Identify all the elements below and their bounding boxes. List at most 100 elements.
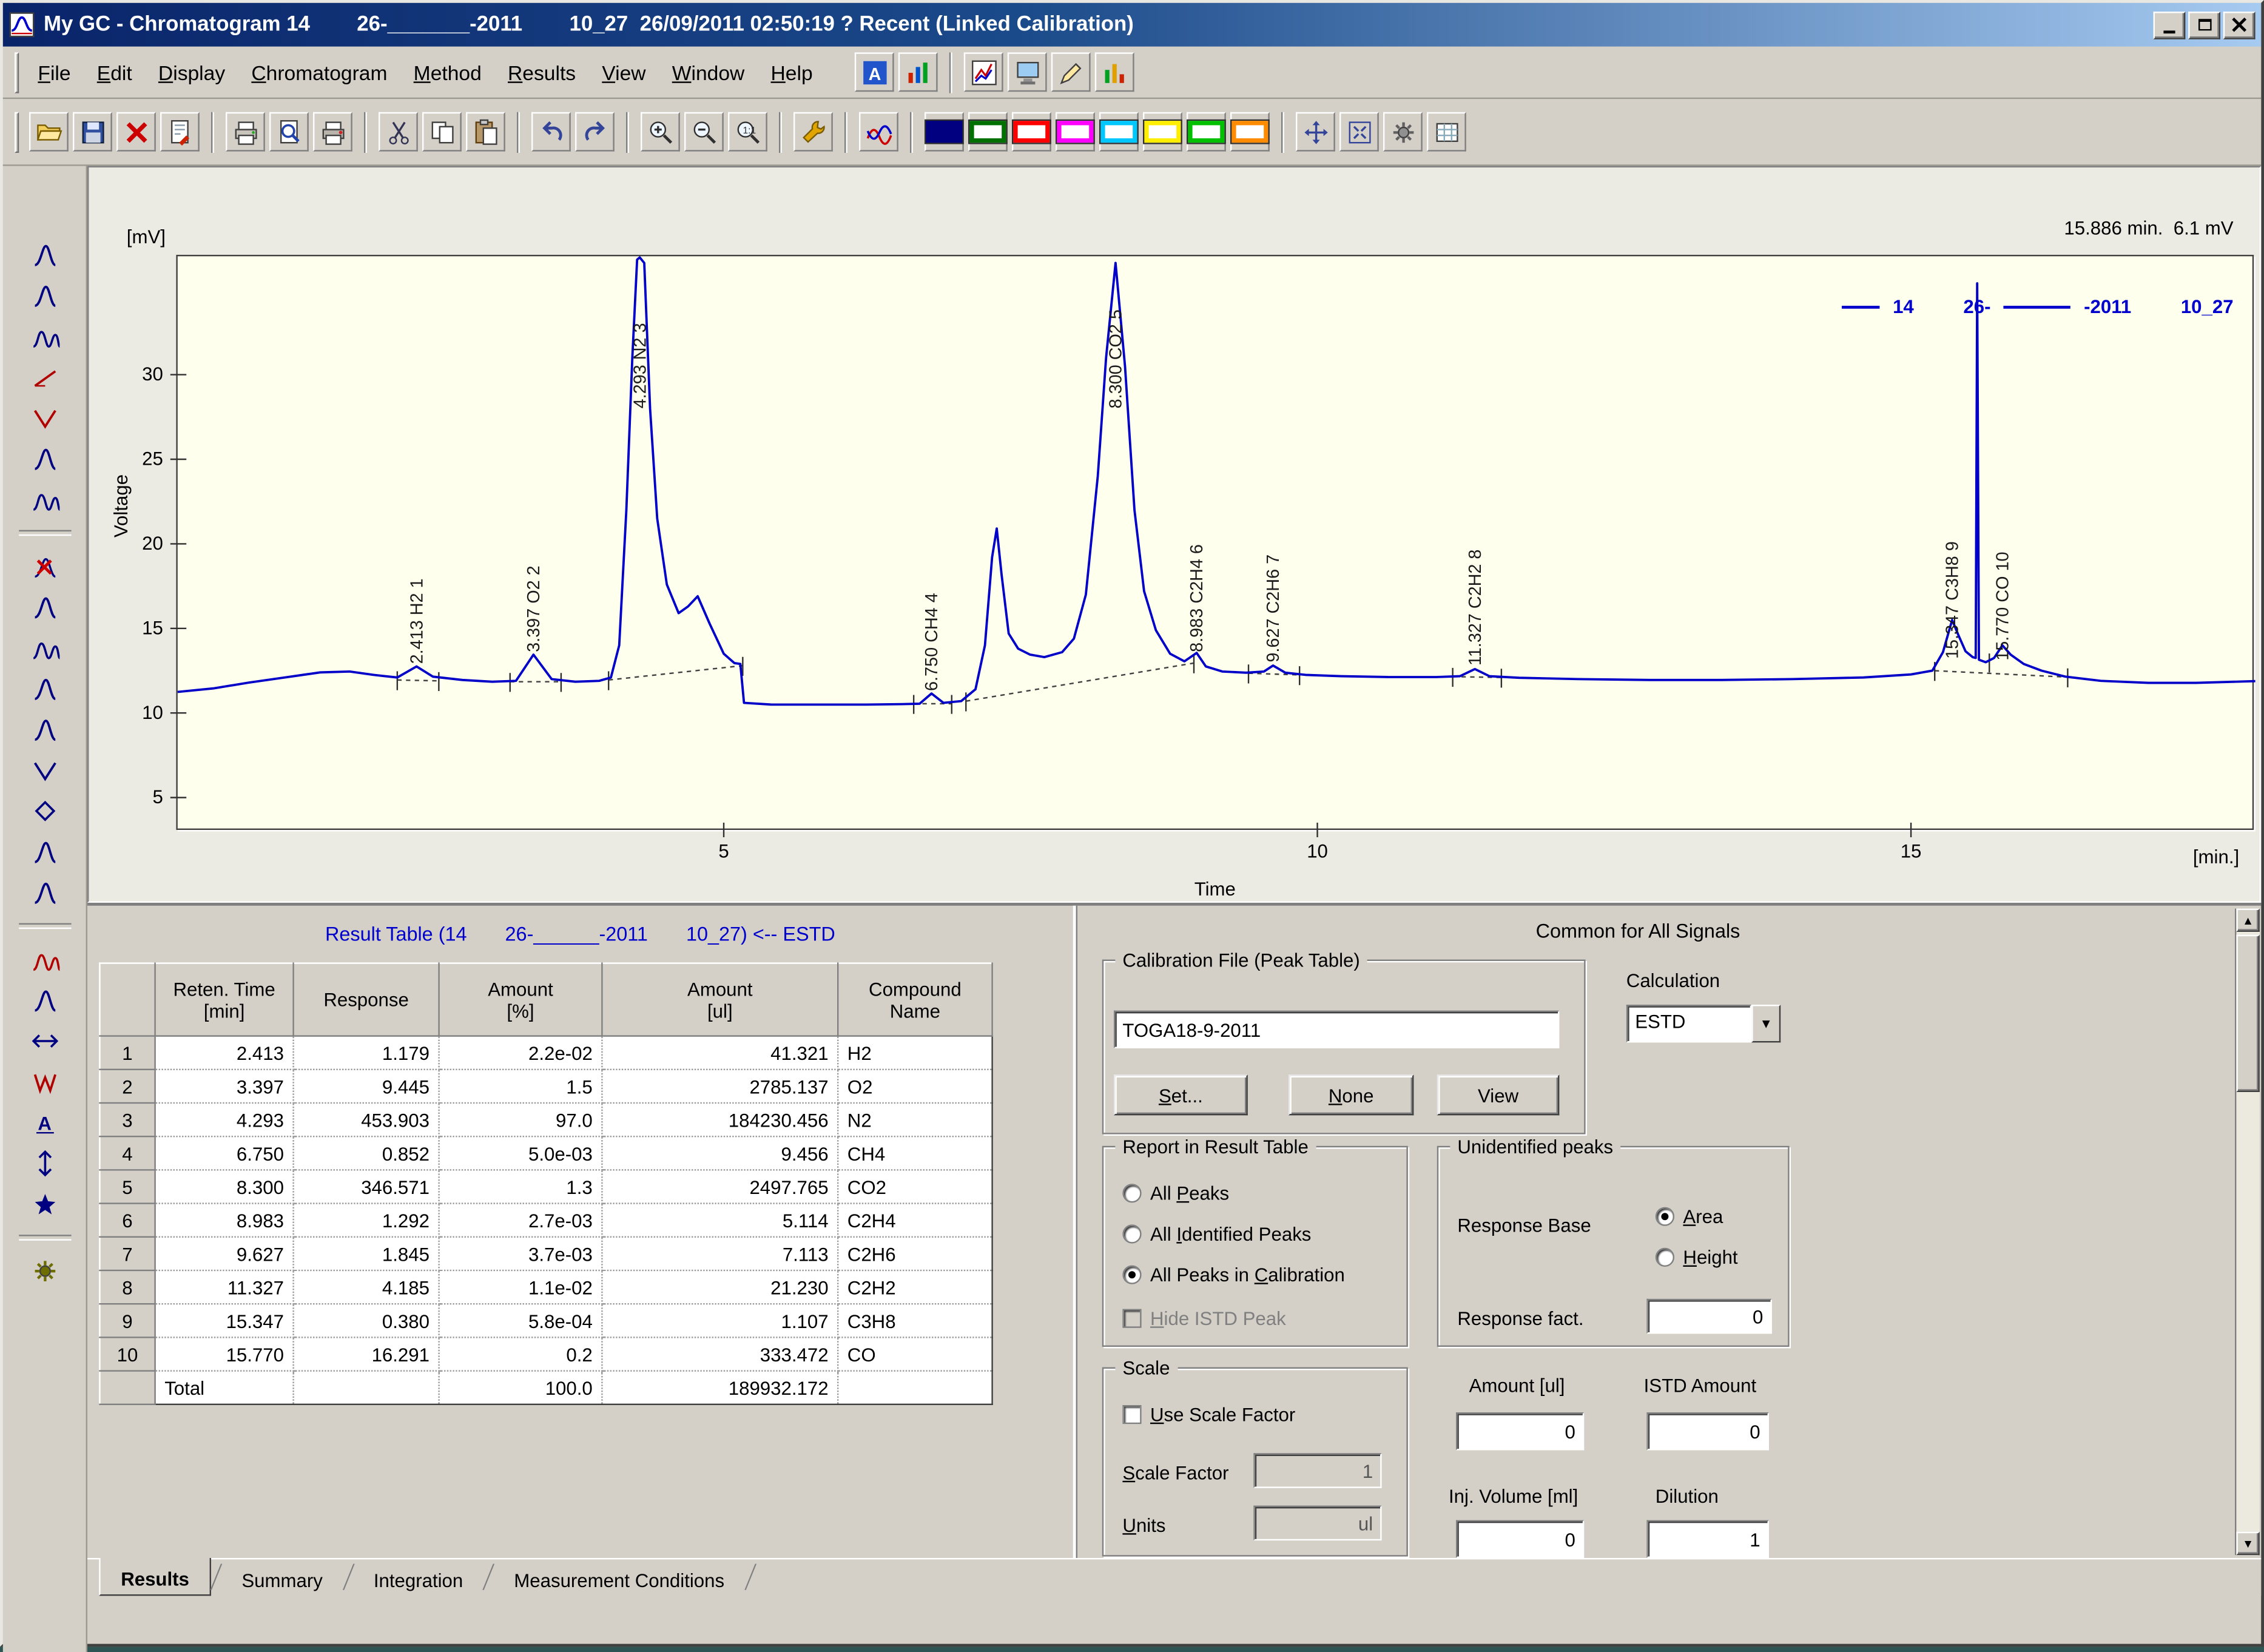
table-header-col5[interactable]: Compound Name	[837, 962, 993, 1037]
peak-tool-icon-10[interactable]	[22, 629, 66, 667]
signal-color-chip-magenta[interactable]	[1056, 112, 1095, 152]
signal-color-chip-yellow[interactable]	[1143, 112, 1182, 152]
printer2-icon[interactable]	[313, 112, 352, 152]
table-row[interactable]: 1 2.413 1.179 2.2e-02 41.321 H2	[99, 1035, 993, 1071]
peak-tool-icon-11[interactable]	[22, 670, 66, 707]
edit-pen-icon[interactable]	[1051, 52, 1091, 92]
table-row[interactable]: 7 9.627 1.845 3.7e-03 7.113 C2H6	[99, 1236, 993, 1272]
minimize-button[interactable]	[2153, 11, 2186, 39]
calibration-file-input[interactable]	[1114, 1010, 1560, 1049]
w-curve-tool-icon[interactable]	[22, 1063, 66, 1101]
table-row[interactable]: Total 100.0 189932.172	[99, 1370, 993, 1406]
open-folder-icon[interactable]	[29, 112, 69, 152]
checkbox-icon[interactable]	[1122, 1405, 1142, 1424]
dilution-input[interactable]	[1646, 1520, 1769, 1558]
wrench-icon[interactable]	[793, 112, 833, 152]
annotation-tool-icon[interactable]: A	[22, 1104, 66, 1141]
signal-color-chip-green[interactable]	[1187, 112, 1226, 152]
overlay-peaks-tool-icon[interactable]	[22, 940, 66, 978]
zoom-reset-icon[interactable]: 1:1	[728, 112, 767, 152]
menu-help[interactable]: Help	[758, 53, 826, 91]
print-preview-icon[interactable]	[269, 112, 309, 152]
radio-icon[interactable]	[1122, 1184, 1142, 1203]
radio-icon[interactable]	[1122, 1265, 1142, 1284]
menu-file[interactable]: File	[25, 53, 84, 91]
chevron-down-icon[interactable]: ▼	[1751, 1005, 1781, 1043]
line-chart-icon[interactable]	[964, 52, 1004, 92]
peak-tool-icon-1[interactable]	[22, 236, 66, 274]
monitor-icon[interactable]	[1008, 52, 1048, 92]
signal-color-chip-orange[interactable]	[1230, 112, 1270, 152]
zoom-extents-icon[interactable]	[1339, 112, 1379, 152]
radio-area[interactable]: Area	[1655, 1205, 1723, 1227]
peak-tool-icon-12[interactable]	[22, 710, 66, 748]
signal-color-chip-green-dark[interactable]	[968, 112, 1008, 152]
cut-icon[interactable]	[379, 112, 418, 152]
text-badge-icon[interactable]: A	[855, 52, 895, 92]
valley-peak-tool-icon[interactable]	[22, 751, 66, 789]
radio-height[interactable]: Height	[1655, 1246, 1738, 1268]
group-peak-tool-icon[interactable]	[22, 480, 66, 518]
data-table-icon[interactable]	[1427, 112, 1466, 152]
none-button[interactable]: None	[1289, 1074, 1414, 1116]
radio-icon[interactable]	[1655, 1207, 1674, 1226]
solvent-peak-tool-icon[interactable]	[22, 440, 66, 477]
toolbar-grip[interactable]	[15, 52, 19, 93]
export-page-icon[interactable]	[160, 112, 200, 152]
save-icon[interactable]	[73, 112, 112, 152]
table-row[interactable]: 9 15.347 0.380 5.8e-04 1.107 C3H8	[99, 1303, 993, 1338]
response-fact-input[interactable]	[1646, 1298, 1772, 1334]
mini-bar-chart-icon[interactable]	[898, 52, 938, 92]
double-peak-tool-icon[interactable]	[22, 317, 66, 355]
inj-volume-input[interactable]	[1456, 1520, 1585, 1558]
peak-tool-icon-9[interactable]	[22, 588, 66, 626]
menu-results[interactable]: Results	[494, 53, 588, 91]
tools-icon[interactable]	[1383, 112, 1423, 152]
table-row[interactable]: 6 8.983 1.292 2.7e-03 5.114 C2H4	[99, 1202, 993, 1238]
undo-icon[interactable]	[531, 112, 571, 152]
radio-all-peaks[interactable]: All Peaks	[1122, 1182, 1229, 1204]
horizontal-adjust-tool-icon[interactable]	[22, 1022, 66, 1060]
vertical-adjust-tool-icon[interactable]	[22, 1144, 66, 1182]
peak-tool-icon-18[interactable]	[22, 982, 66, 1019]
menu-window[interactable]: Window	[659, 53, 758, 91]
column-chart-icon[interactable]	[1095, 52, 1135, 92]
delete-peak-tool-icon[interactable]	[22, 547, 66, 585]
peak-tool-icon-2[interactable]	[22, 277, 66, 314]
radio-all-peaks-in-calibration[interactable]: All Peaks in Calibration	[1122, 1264, 1345, 1286]
peak-tool-icon-16[interactable]	[22, 874, 66, 911]
table-header-col3[interactable]: Amount [%]	[438, 962, 603, 1037]
menu-chromatogram[interactable]: Chromatogram	[238, 53, 400, 91]
settings-gear-icon[interactable]	[22, 1252, 66, 1290]
menu-view[interactable]: View	[589, 53, 659, 91]
table-header-col4[interactable]: Amount [ul]	[601, 962, 839, 1037]
tab-measurement-conditions[interactable]: Measurement Conditions	[494, 1559, 745, 1596]
table-row[interactable]: 8 11.327 4.185 1.1e-02 21.230 C2H2	[99, 1269, 993, 1305]
scroll-down-icon[interactable]: ▼	[2236, 1531, 2260, 1556]
signal-color-chip-cyan[interactable]	[1099, 112, 1139, 152]
move-icon[interactable]	[1296, 112, 1335, 152]
tab-results[interactable]: Results	[99, 1558, 211, 1596]
menu-display[interactable]: Display	[145, 53, 238, 91]
overlay-signals-icon[interactable]	[859, 112, 898, 152]
slope-tool-icon[interactable]	[22, 358, 66, 396]
restore-button[interactable]	[2188, 11, 2221, 39]
set-button[interactable]: Set...	[1114, 1074, 1248, 1116]
plot-area[interactable]: 5 10 15 5 10 15 20 25 30 2.413 H2 1 3.397 O2 2 4.29…	[142, 255, 2256, 862]
menu-edit[interactable]: Edit	[84, 53, 145, 91]
print-icon[interactable]	[226, 112, 265, 152]
zoom-in-icon[interactable]	[641, 112, 680, 152]
calculation-combo[interactable]: ESTD ▼	[1626, 1005, 1781, 1043]
paste-icon[interactable]	[466, 112, 505, 152]
use-scale-factor-checkbox[interactable]: Use Scale Factor	[1122, 1404, 1295, 1426]
vertical-scrollbar[interactable]: ▲ ▼	[2235, 908, 2260, 1556]
table-row[interactable]: 10 15.770 16.291 0.2 333.472 CO	[99, 1337, 993, 1372]
table-row[interactable]: 3 4.293 453.903 97.0 184230.456 N2	[99, 1102, 993, 1138]
table-header-col1[interactable]: Reten. Time [min]	[154, 962, 294, 1037]
table-header-col2[interactable]: Response	[292, 962, 440, 1037]
signal-color-chip-navy[interactable]	[925, 112, 964, 152]
radio-icon[interactable]	[1655, 1247, 1674, 1267]
amount-input[interactable]	[1456, 1412, 1585, 1451]
tab-integration[interactable]: Integration	[353, 1559, 483, 1596]
zoom-out-icon[interactable]	[684, 112, 724, 152]
